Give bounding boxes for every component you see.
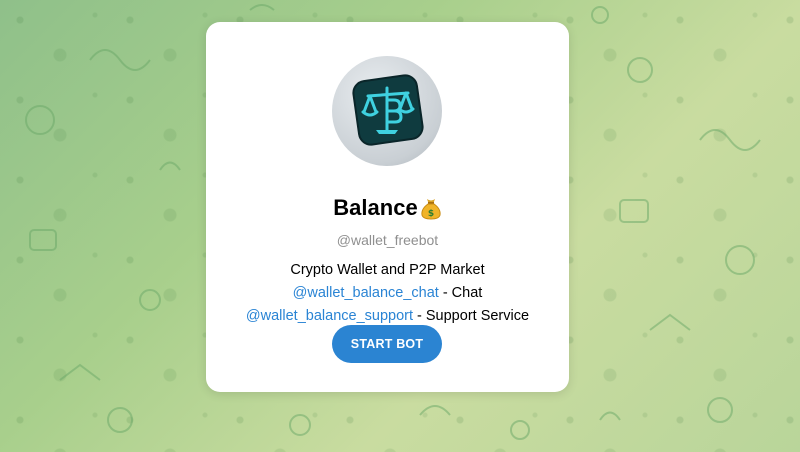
start-bot-button[interactable]: START BOT [332,325,442,363]
bot-username: @wallet_freebot [336,232,439,248]
bot-description: Crypto Wallet and P2P Market @wallet_bal… [206,259,569,328]
bot-info-card: Balance $ @wallet_freebot Crypto Wallet … [206,22,569,392]
svg-text:$: $ [428,209,434,219]
bot-title: Balance $ [206,195,569,221]
chat-line: @wallet_balance_chat - Chat [206,282,569,305]
chat-suffix: - Chat [438,285,483,301]
scales-logo-icon [352,74,424,146]
bot-name: Balance [333,195,418,220]
description-line: Crypto Wallet and P2P Market [290,262,485,278]
chat-link[interactable]: @wallet_balance_chat [293,285,439,301]
bot-avatar [332,56,442,166]
support-link[interactable]: @wallet_balance_support [246,308,413,324]
support-suffix: - Support Service [413,308,530,324]
money-bag-icon: $ [421,199,441,220]
